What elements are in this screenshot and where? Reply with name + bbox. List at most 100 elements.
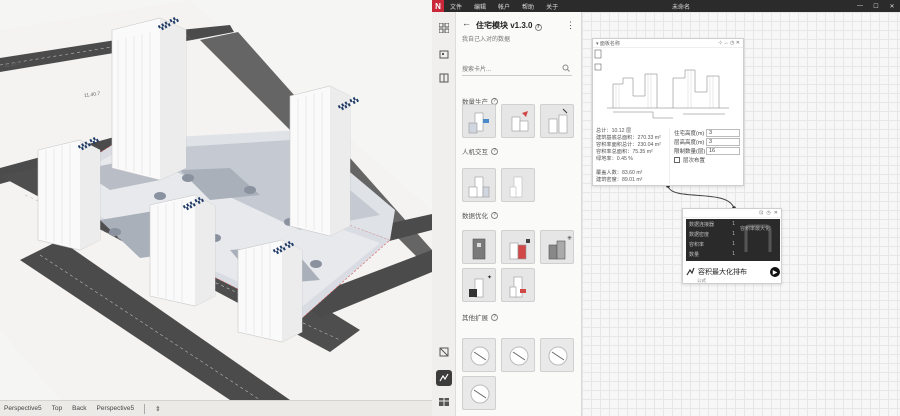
field-label: 住宅高度(m) bbox=[674, 130, 705, 137]
3d-viewport[interactable]: ▚▚▚ ▚▚ ▚▚▚ ▚▚ ▚▚▚ ▚▚ ▚▚▚ ▚▚ ▚▚▚ ▚▚ 12.35… bbox=[0, 0, 432, 400]
stat-line: 建筑基底总面积：270.33 m² bbox=[596, 135, 661, 141]
close-button[interactable]: ✕ bbox=[884, 3, 900, 10]
help-icon[interactable]: ? bbox=[491, 313, 498, 321]
menu-about[interactable]: 关于 bbox=[546, 2, 558, 11]
view-tab-perspective[interactable]: Perspective5 bbox=[4, 405, 42, 412]
node-name: 容积最大化排布 bbox=[698, 269, 747, 276]
search-input[interactable] bbox=[462, 64, 572, 76]
field-label: 层高高度(m) bbox=[674, 139, 705, 146]
menu-account[interactable]: 帐户 bbox=[498, 2, 510, 11]
param-row: 容积率 1 bbox=[689, 241, 735, 251]
tool-card[interactable]: ✳ bbox=[540, 230, 574, 264]
section-label: 数据优化 bbox=[462, 213, 488, 220]
run-button[interactable]: ▶ bbox=[770, 267, 780, 277]
node-title: ▾ 面板名称 bbox=[596, 40, 620, 47]
param-row: 数据密度 1 bbox=[689, 231, 735, 241]
tool-card[interactable] bbox=[501, 268, 535, 302]
help-icon[interactable]: ? bbox=[491, 147, 498, 155]
node-canvas[interactable]: ▾ 面板名称 ⊹ ↔ ◷ ✕ 总计：10.12 层 建筑基底总面积：270.33… bbox=[582, 12, 900, 416]
back-icon[interactable]: ← bbox=[462, 18, 471, 28]
tool-card[interactable] bbox=[462, 168, 496, 202]
menu-help[interactable]: 帮助 bbox=[522, 2, 534, 11]
node-header: ▾ 面板名称 ⊹ ↔ ◷ ✕ bbox=[593, 39, 743, 48]
tool-card[interactable] bbox=[540, 104, 574, 138]
stat-line: 总计：10.12 层 bbox=[596, 128, 632, 134]
scene-render: ▚▚▚ ▚▚ ▚▚▚ ▚▚ ▚▚▚ ▚▚ ▚▚▚ ▚▚ ▚▚▚ ▚▚ bbox=[0, 0, 432, 400]
view-menu-icon[interactable]: ⇕ bbox=[155, 405, 160, 413]
grid-icon[interactable] bbox=[436, 20, 452, 36]
section-label: 人机交互 bbox=[462, 149, 488, 156]
tool-card[interactable] bbox=[540, 338, 574, 372]
checkbox[interactable] bbox=[674, 156, 680, 163]
panel-subtitle: 我自己入对的数据 bbox=[462, 37, 511, 43]
table-icon[interactable] bbox=[436, 394, 452, 410]
param-value[interactable]: 1 bbox=[732, 221, 735, 231]
tool-card[interactable]: ✦ bbox=[462, 268, 496, 302]
tool-card[interactable] bbox=[501, 104, 535, 138]
param-value[interactable]: 1 bbox=[732, 241, 735, 251]
help-icon[interactable]: ? bbox=[491, 211, 498, 219]
maximize-button[interactable]: ☐ bbox=[868, 3, 884, 10]
chart-icon bbox=[686, 267, 695, 278]
param-value[interactable]: 1 bbox=[732, 251, 735, 261]
help-icon[interactable]: ? bbox=[534, 23, 542, 31]
tool-card[interactable] bbox=[501, 230, 535, 264]
param-row: 数据连接器 1 bbox=[689, 221, 735, 231]
preview-text: 容积率最大化 bbox=[740, 226, 771, 232]
cube-icon[interactable] bbox=[436, 344, 452, 360]
optimizer-node[interactable]: ⊡ ◷ ✕ 数据连接器 1 数据密度 1 容积率 1 数量 1 容积率最大化 容… bbox=[682, 208, 782, 284]
field-row: 层高高度(m) 3 bbox=[674, 137, 740, 146]
param-label: 容积率 bbox=[689, 242, 705, 248]
book-icon[interactable] bbox=[436, 70, 452, 86]
checkbox-label: 层次布置 bbox=[683, 157, 706, 164]
panel-title-text: 住宅模块 v1.3.0 bbox=[476, 21, 533, 30]
expand-icon[interactable]: ⊡ bbox=[759, 210, 763, 216]
section-data-optimization: 数据优化 ? bbox=[462, 210, 498, 220]
close-icon[interactable]: ✕ bbox=[774, 210, 778, 216]
plugin-icon[interactable] bbox=[436, 370, 452, 386]
menu-edit[interactable]: 编辑 bbox=[474, 2, 486, 11]
tool-card[interactable] bbox=[501, 168, 535, 202]
stat-line: 建筑密度：89.01 m² bbox=[596, 177, 643, 183]
checkbox-row[interactable]: 层次布置 bbox=[674, 155, 740, 164]
search-icon[interactable] bbox=[562, 64, 570, 74]
field-row: 限制数量(层) 16 bbox=[674, 146, 740, 155]
view-tab-back[interactable]: Back bbox=[72, 405, 86, 412]
viewport-status-bar: Perspective5 Top Back Perspective5 ⇕ bbox=[0, 400, 432, 416]
node-subtitle: 公式 bbox=[697, 278, 706, 283]
field-input[interactable]: 16 bbox=[706, 146, 740, 155]
stat-line bbox=[596, 163, 669, 170]
history-icon[interactable]: ◷ bbox=[766, 210, 770, 216]
tool-card[interactable] bbox=[462, 376, 496, 410]
view-tab-top[interactable]: Top bbox=[52, 405, 62, 412]
tool-card[interactable] bbox=[462, 230, 496, 264]
field-input[interactable]: 3 bbox=[706, 128, 740, 137]
field-row: 住宅高度(m) 3 bbox=[674, 128, 740, 137]
document-title: 未命名 bbox=[672, 4, 691, 11]
node-toolbar[interactable]: ⊹ ↔ ◷ ✕ bbox=[718, 40, 740, 46]
svg-text:✦: ✦ bbox=[487, 274, 492, 281]
section-other-extensions: 其他扩展 ? bbox=[462, 312, 498, 322]
param-label: 数据连接器 bbox=[689, 222, 715, 228]
stat-line: 容积率面积总计：230.04 m² bbox=[596, 142, 661, 148]
node-preview: 容积率最大化 bbox=[738, 219, 780, 261]
plugin-panel: ← 住宅模块 v1.3.0 ? ⋮ 我自己入对的数据 数量生产 ? 人机交互 ?… bbox=[456, 12, 582, 416]
svg-text:✳: ✳ bbox=[567, 235, 572, 242]
building-icon[interactable] bbox=[436, 46, 452, 62]
data-panel-node[interactable]: ▾ 面板名称 ⊹ ↔ ◷ ✕ 总计：10.12 层 建筑基底总面积：270.33… bbox=[592, 38, 744, 186]
tool-card[interactable] bbox=[462, 338, 496, 372]
param-value[interactable]: 1 bbox=[732, 231, 735, 241]
node-header: ⊡ ◷ ✕ bbox=[683, 209, 781, 218]
window-controls: — ☐ ✕ bbox=[852, 3, 900, 10]
panel-title: 住宅模块 v1.3.0 ? bbox=[476, 20, 542, 31]
tool-card[interactable] bbox=[501, 338, 535, 372]
stat-line: 容积率总面积：75.35 m² bbox=[596, 149, 653, 155]
menu-file[interactable]: 文件 bbox=[450, 2, 462, 11]
more-options-icon[interactable]: ⋮ bbox=[566, 20, 575, 31]
section-label: 其他扩展 bbox=[462, 315, 488, 322]
field-input[interactable]: 3 bbox=[706, 137, 740, 146]
tool-card[interactable] bbox=[462, 104, 496, 138]
field-label: 限制数量(层) bbox=[674, 148, 706, 155]
view-tab-perspective-2[interactable]: Perspective5 bbox=[97, 405, 135, 412]
minimize-button[interactable]: — bbox=[852, 3, 868, 10]
